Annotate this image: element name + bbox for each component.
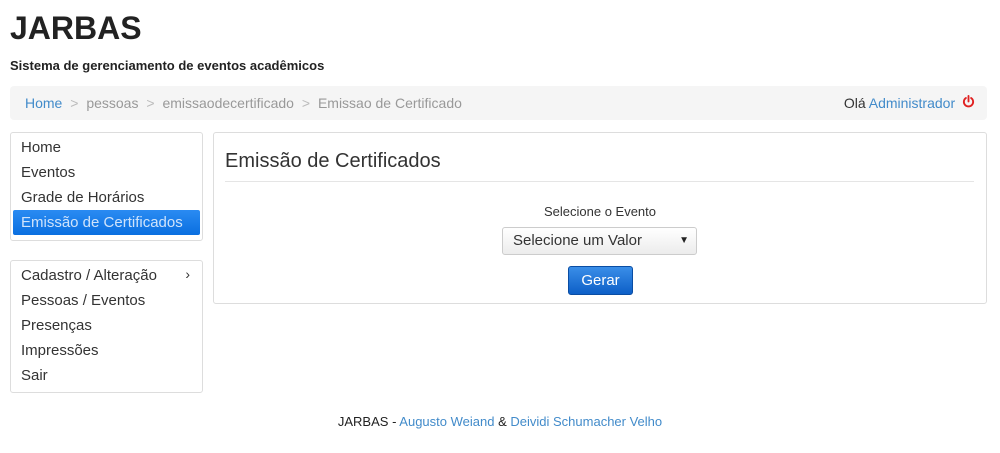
sidebar-item-grade-de-horarios[interactable]: Grade de Horários bbox=[13, 185, 200, 210]
app-subtitle: Sistema de gerenciamento de eventos acad… bbox=[10, 58, 325, 73]
sidebar-item-pessoas-eventos[interactable]: Pessoas / Eventos bbox=[13, 288, 200, 313]
sidebar-item-impressoes[interactable]: Impressões bbox=[13, 338, 200, 363]
user-name-link[interactable]: Administrador bbox=[869, 95, 955, 111]
sidebar-secondary-menu: Cadastro / Alteração › Pessoas / Eventos… bbox=[10, 260, 203, 393]
sidebar-item-presencas[interactable]: Presenças bbox=[13, 313, 200, 338]
power-icon[interactable] bbox=[962, 86, 975, 120]
breadcrumb-item-pessoas: pessoas bbox=[86, 95, 139, 111]
breadcrumb-home-link[interactable]: Home bbox=[25, 95, 62, 111]
user-box: Olá Administrador bbox=[844, 86, 975, 120]
footer-brand: JARBAS bbox=[337, 414, 389, 429]
sidebar-item-cadastro-alteracao[interactable]: Cadastro / Alteração › bbox=[13, 263, 200, 288]
breadcrumb-trail: Home > pessoas > emissaodecertificado > … bbox=[25, 86, 462, 120]
sidebar-item-emissao-de-certificados[interactable]: Emissão de Certificados bbox=[13, 210, 200, 235]
sidebar-item-label: Cadastro / Alteração bbox=[21, 267, 157, 284]
certificate-panel: Emissão de Certificados Selecione o Even… bbox=[213, 132, 987, 304]
breadcrumb-item-current: Emissao de Certificado bbox=[317, 95, 462, 111]
event-select-value: Selecione um Valor bbox=[513, 232, 642, 249]
breadcrumb-separator: > bbox=[146, 95, 155, 111]
footer-separator: - bbox=[388, 414, 400, 429]
generate-button[interactable]: Gerar bbox=[568, 266, 633, 295]
sidebar-item-eventos[interactable]: Eventos bbox=[13, 160, 200, 185]
breadcrumb-separator: > bbox=[70, 95, 79, 111]
breadcrumb: Home > pessoas > emissaodecertificado > … bbox=[10, 86, 987, 120]
sidebar-item-home[interactable]: Home bbox=[13, 135, 200, 160]
footer: JARBAS - Augusto Weiand & Deividi Schuma… bbox=[0, 414, 1000, 429]
caret-down-icon: ▼ bbox=[679, 235, 689, 246]
event-select[interactable]: Selecione um Valor ▼ bbox=[502, 227, 697, 255]
footer-author-link-deividi[interactable]: Deividi Schumacher Velho bbox=[510, 414, 662, 429]
breadcrumb-separator: > bbox=[301, 95, 311, 111]
footer-author-link-augusto[interactable]: Augusto Weiand bbox=[399, 414, 494, 429]
sidebar-item-sair[interactable]: Sair bbox=[13, 363, 200, 388]
footer-ampersand: & bbox=[494, 414, 511, 429]
title-divider bbox=[225, 181, 974, 182]
event-select-label: Selecione o Evento bbox=[543, 204, 657, 219]
user-greeting: Olá bbox=[843, 95, 866, 111]
chevron-right-icon: › bbox=[185, 266, 190, 282]
app-title: JARBAS bbox=[10, 10, 142, 46]
sidebar-main-menu: Home Eventos Grade de Horários Emissão d… bbox=[10, 132, 203, 241]
page-title: Emissão de Certificados bbox=[225, 150, 441, 172]
breadcrumb-item-emissaodecertificado: emissaodecertificado bbox=[162, 95, 294, 111]
